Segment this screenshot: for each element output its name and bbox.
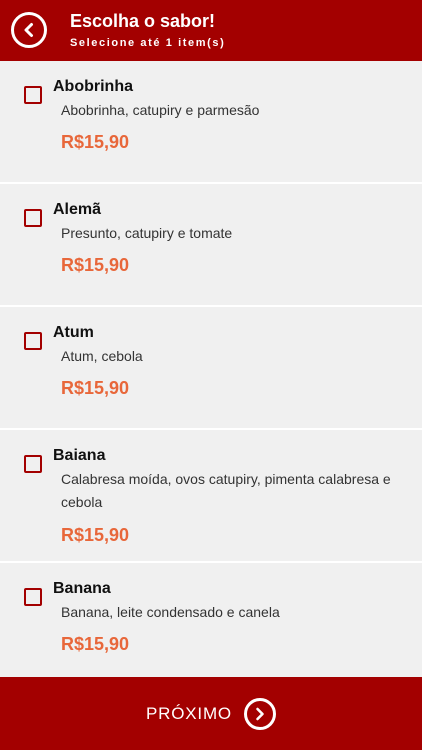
- list-item[interactable]: Baiana Calabresa moída, ovos catupiry, p…: [0, 430, 422, 563]
- item-name: Alemã: [53, 201, 102, 218]
- item-checkbox[interactable]: [24, 455, 42, 473]
- chevron-right-icon: [243, 697, 276, 730]
- page-title: Escolha o sabor!: [70, 11, 216, 31]
- list-item[interactable]: Alemã Presunto, catupiry e tomate R$15,9…: [0, 184, 422, 307]
- item-price: R$15,90: [61, 132, 130, 152]
- item-description: Abobrinha, catupiry e parmesão: [61, 102, 260, 118]
- item-description: Calabresa moída, ovos catupiry, pimenta …: [61, 471, 391, 510]
- item-name: Abobrinha: [53, 78, 133, 95]
- header-bar: Escolha o sabor! Selecione até 1 item(s): [0, 0, 422, 61]
- list-item[interactable]: Banana Banana, leite condensado e canela…: [0, 563, 422, 676]
- list-item[interactable]: Abobrinha Abobrinha, catupiry e parmesão…: [0, 61, 422, 184]
- item-name: Baiana: [53, 447, 106, 464]
- item-price: R$15,90: [61, 378, 130, 398]
- back-button[interactable]: [11, 12, 47, 48]
- item-checkbox[interactable]: [24, 588, 42, 606]
- next-button-label: PRÓXIMO: [146, 703, 232, 723]
- flavor-selection-screen: Escolha o sabor! Selecione até 1 item(s)…: [0, 0, 422, 750]
- header-text: Escolha o sabor! Selecione até 1 item(s): [70, 9, 225, 51]
- item-name: Atum: [53, 324, 94, 341]
- item-checkbox[interactable]: [24, 86, 42, 104]
- item-description: Presunto, catupiry e tomate: [61, 225, 233, 241]
- flavor-list: Abobrinha Abobrinha, catupiry e parmesão…: [0, 61, 422, 676]
- chevron-left-icon: [24, 23, 33, 37]
- item-checkbox[interactable]: [24, 209, 42, 227]
- list-item[interactable]: Atum Atum, cebola R$15,90: [0, 307, 422, 430]
- next-button[interactable]: PRÓXIMO: [0, 677, 422, 750]
- page-subtitle: Selecione até 1 item(s): [70, 37, 226, 49]
- item-checkbox[interactable]: [24, 332, 42, 350]
- item-price: R$15,90: [61, 255, 130, 275]
- item-price: R$15,90: [61, 634, 130, 654]
- item-description: Banana, leite condensado e canela: [61, 604, 280, 620]
- item-name: Banana: [53, 580, 111, 597]
- item-description: Atum, cebola: [61, 348, 143, 364]
- item-price: R$15,90: [61, 525, 130, 545]
